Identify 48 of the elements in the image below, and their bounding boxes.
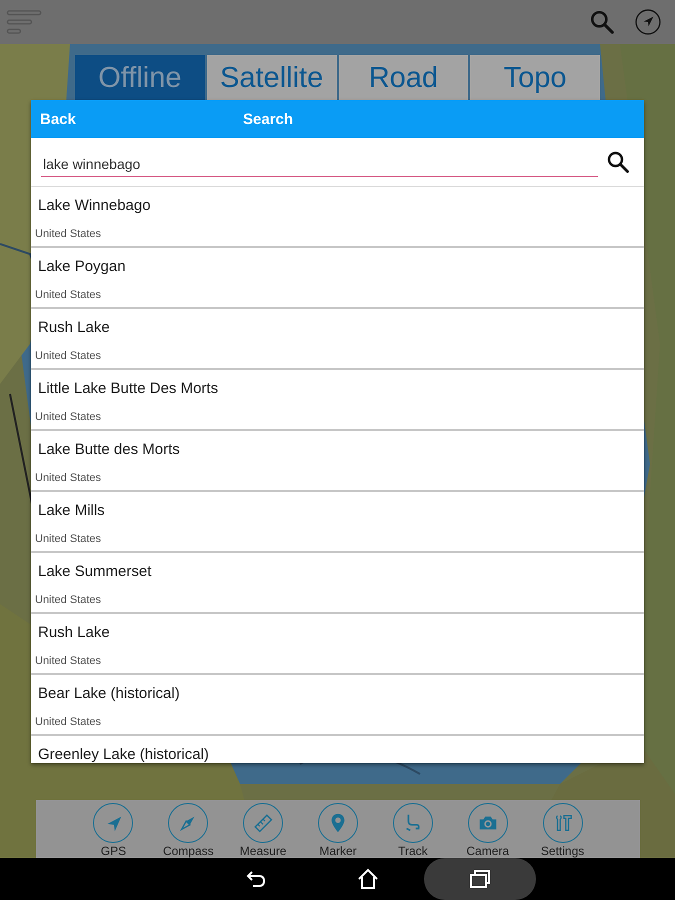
result-row[interactable]: Little Lake Butte Des Morts United States bbox=[31, 370, 644, 431]
result-country: United States bbox=[35, 350, 102, 362]
result-name: Lake Poygan bbox=[38, 258, 126, 275]
result-name: Rush Lake bbox=[38, 624, 110, 641]
result-country: United States bbox=[35, 411, 102, 423]
result-row[interactable]: Lake Mills United States bbox=[31, 492, 644, 553]
result-country: United States bbox=[35, 655, 102, 667]
result-name: Greenley Lake (historical) bbox=[38, 746, 209, 763]
map-type-tab[interactable]: Satellite bbox=[206, 55, 336, 100]
result-name: Lake Mills bbox=[38, 502, 105, 519]
dialog-title: Search bbox=[243, 110, 294, 128]
ruler-icon bbox=[252, 812, 274, 834]
result-row[interactable]: Rush Lake United States bbox=[31, 614, 644, 675]
result-row[interactable]: Lake Poygan United States bbox=[31, 248, 644, 309]
result-name: Bear Lake (historical) bbox=[38, 685, 180, 702]
result-row[interactable]: Greenley Lake (historical) bbox=[31, 736, 644, 763]
search-field[interactable]: lake winnebago bbox=[41, 151, 598, 177]
result-name: Little Lake Butte Des Morts bbox=[38, 380, 218, 397]
result-name: Rush Lake bbox=[38, 319, 110, 336]
toolbar-button[interactable]: Marker bbox=[300, 800, 376, 858]
result-country: United States bbox=[35, 472, 102, 484]
result-row[interactable]: Lake Winnebago United States bbox=[31, 187, 644, 248]
search-icon[interactable] bbox=[606, 150, 630, 174]
toolbar-button[interactable]: Camera bbox=[450, 800, 526, 858]
result-row[interactable]: Bear Lake (historical) United States bbox=[31, 675, 644, 736]
result-name: Lake Winnebago bbox=[38, 197, 151, 214]
back-button[interactable]: Back bbox=[40, 110, 243, 128]
toolbar-button[interactable]: Compass bbox=[150, 800, 226, 858]
map-type-tab[interactable]: Topo bbox=[470, 55, 600, 100]
result-country: United States bbox=[35, 289, 102, 301]
toolbar-button[interactable]: GPS bbox=[76, 800, 151, 858]
result-row[interactable]: Rush Lake United States bbox=[31, 309, 644, 370]
result-row[interactable]: Lake Butte des Morts United States bbox=[31, 431, 644, 492]
result-country: United States bbox=[35, 594, 102, 606]
result-country: United States bbox=[35, 533, 102, 545]
result-country: United States bbox=[35, 228, 102, 240]
result-row[interactable]: Lake Summerset United States bbox=[31, 553, 644, 614]
toolbar-button[interactable]: Measure bbox=[226, 800, 301, 858]
recent-apps-icon bbox=[468, 867, 492, 891]
result-name: Lake Summerset bbox=[38, 563, 152, 580]
toolbar-button[interactable]: Track bbox=[375, 800, 450, 858]
result-country: United States bbox=[35, 716, 102, 728]
toolbar-button[interactable]: Settings bbox=[525, 800, 600, 858]
map-type-tab[interactable]: Road bbox=[338, 55, 468, 100]
map-type-tab[interactable]: Offline bbox=[75, 55, 205, 100]
result-name: Lake Butte des Morts bbox=[38, 441, 180, 458]
home-icon[interactable] bbox=[356, 867, 380, 891]
recent-apps-button[interactable] bbox=[424, 858, 536, 900]
